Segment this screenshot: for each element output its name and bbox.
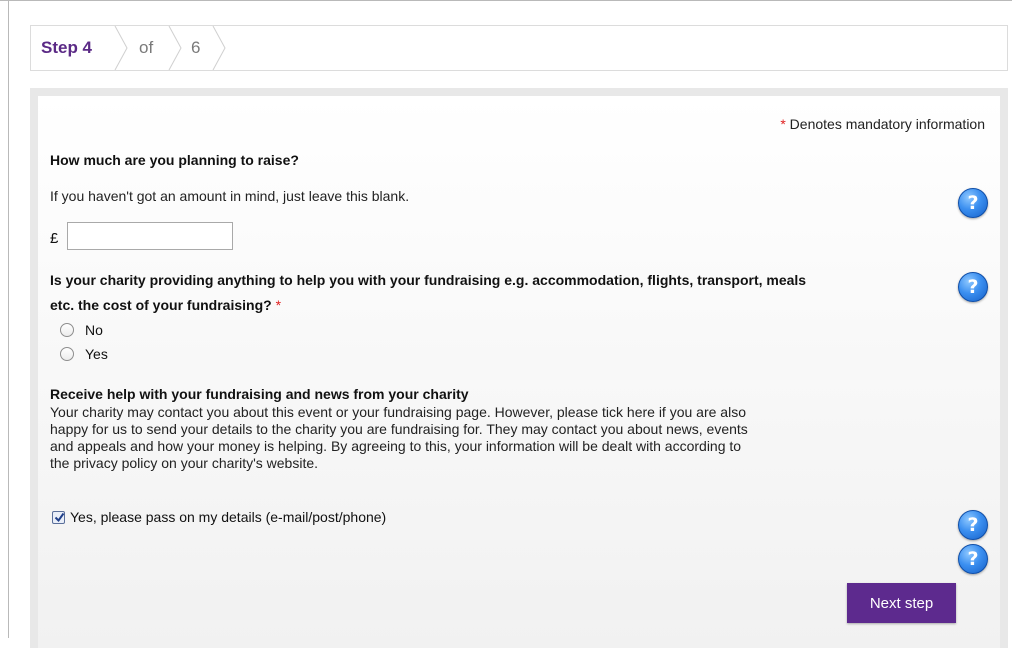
- mandatory-note: * Denotes mandatory information: [780, 116, 985, 132]
- help-icon[interactable]: ?: [958, 510, 988, 540]
- pass-details-label[interactable]: Yes, please pass on my details (e-mail/p…: [70, 509, 386, 525]
- step-total: 6: [191, 38, 201, 57]
- radio-no-label: No: [85, 322, 103, 338]
- news-body-line: the privacy policy on your charity's web…: [50, 455, 319, 471]
- news-body: Your charity may contact you about this …: [50, 404, 748, 472]
- radio-yes[interactable]: [60, 347, 74, 361]
- mandatory-note-text: Denotes mandatory information: [789, 116, 985, 132]
- charity-help-title-line2: etc. the cost of your fundraising?: [50, 297, 272, 313]
- help-icon[interactable]: ?: [958, 188, 988, 218]
- raise-question-title: How much are you planning to raise?: [50, 152, 299, 168]
- amount-input[interactable]: [67, 222, 233, 250]
- charity-help-title-line2-wrap: etc. the cost of your fundraising? *: [50, 297, 281, 313]
- news-body-line: Your charity may contact you about this …: [50, 404, 746, 420]
- required-marker: *: [275, 297, 282, 313]
- charity-help-title-line1: Is your charity providing anything to he…: [50, 272, 807, 288]
- chevron-divider-icon: [114, 26, 128, 70]
- form-panel: * Denotes mandatory information How much…: [30, 88, 1008, 648]
- pass-details-checkbox[interactable]: [52, 511, 65, 524]
- window-left-border: [8, 0, 9, 638]
- radio-no[interactable]: [60, 323, 74, 337]
- next-step-button[interactable]: Next step: [847, 583, 956, 623]
- required-marker: *: [780, 116, 786, 132]
- news-body-line: and appeals and how your money is helpin…: [50, 438, 742, 454]
- currency-symbol: £: [50, 230, 59, 247]
- raise-hint: If you haven't got an amount in mind, ju…: [50, 188, 410, 204]
- help-icon[interactable]: ?: [958, 544, 988, 574]
- chevron-divider-icon: [212, 26, 226, 70]
- news-title: Receive help with your fundraising and n…: [50, 386, 469, 402]
- radio-yes-label: Yes: [85, 346, 108, 362]
- step-breadcrumb: Step 4 of 6: [30, 25, 1008, 71]
- step-current: Step 4: [41, 38, 93, 57]
- chevron-divider-icon: [168, 26, 182, 70]
- checkmark-icon: [54, 512, 65, 523]
- news-body-line: happy for us to send your details to the…: [50, 421, 748, 437]
- form-panel-inner: * Denotes mandatory information How much…: [38, 96, 1000, 648]
- help-icon[interactable]: ?: [958, 272, 988, 302]
- step-of: of: [139, 38, 154, 57]
- window-top-border: [0, 0, 1012, 1]
